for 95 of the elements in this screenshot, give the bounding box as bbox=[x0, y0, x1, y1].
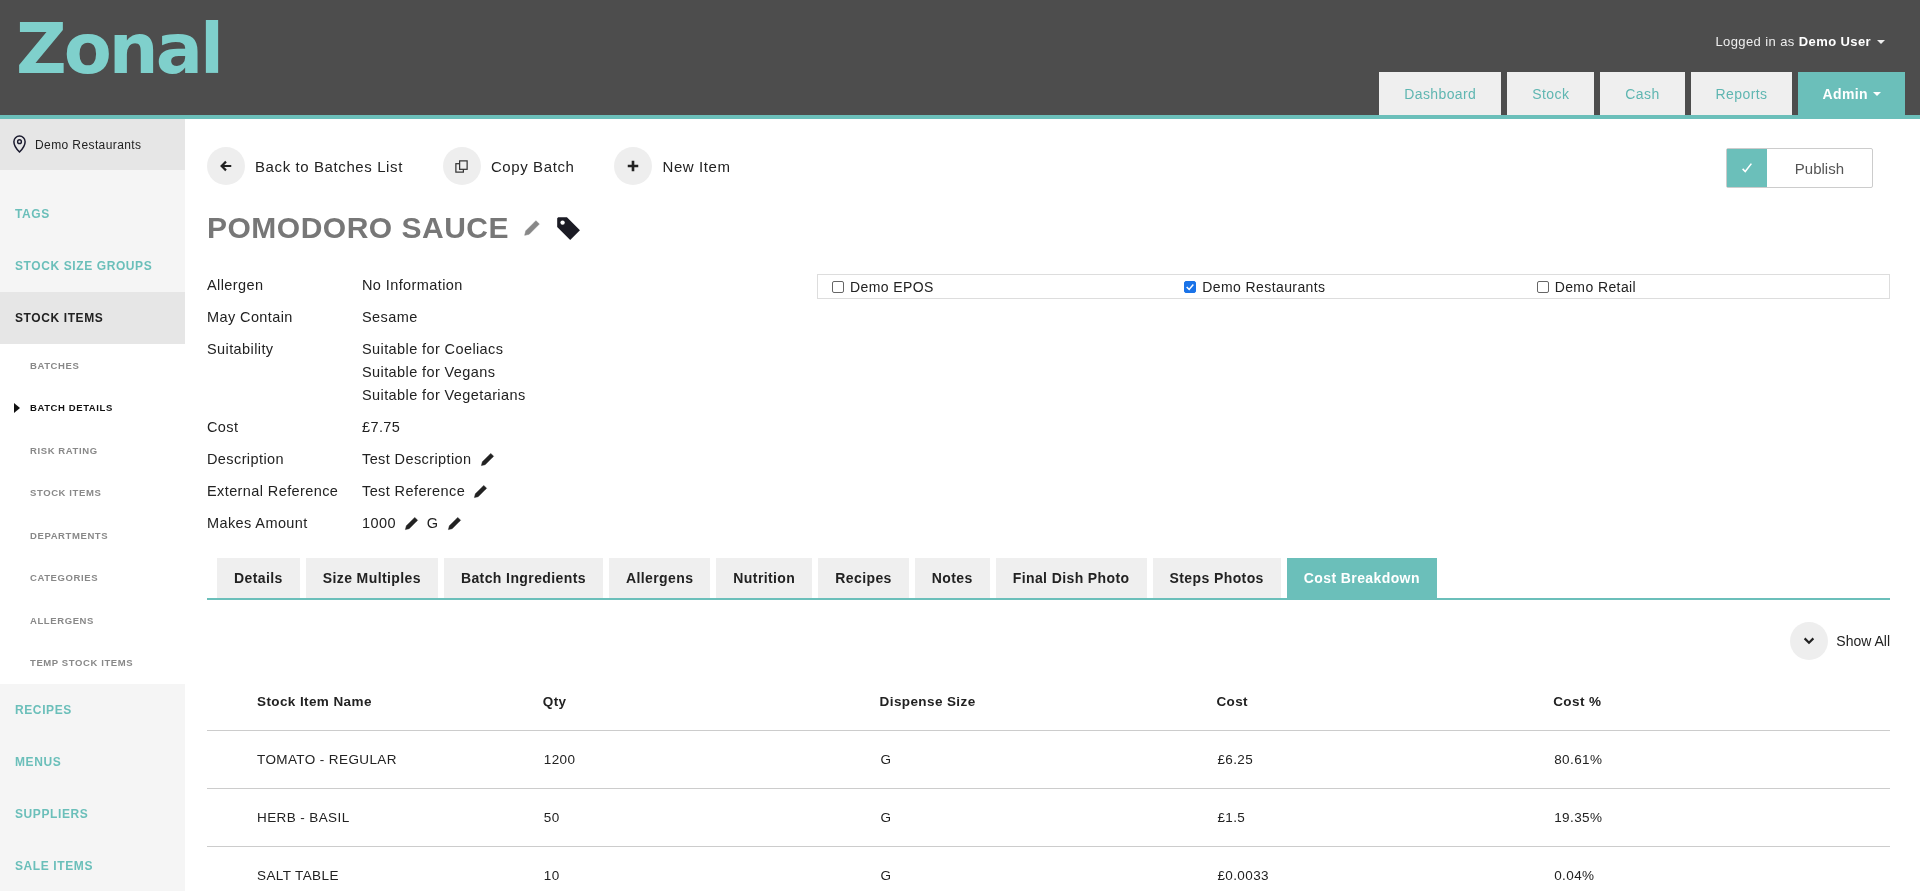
table-cell: 0.04% bbox=[1553, 846, 1890, 891]
tab[interactable]: Nutrition bbox=[716, 558, 813, 598]
nav-tab[interactable]: Admin bbox=[1798, 72, 1905, 115]
column-header: Stock Item Name bbox=[207, 672, 543, 731]
sidebar-subitem[interactable]: TEMP STOCK ITEMS bbox=[0, 641, 185, 684]
sidebar-item[interactable]: RECIPES bbox=[0, 684, 185, 736]
tab[interactable]: Batch Ingredients bbox=[443, 558, 603, 598]
sidebar-subitem[interactable]: RISK RATING bbox=[0, 429, 185, 472]
detail-value: Test Description bbox=[362, 451, 472, 467]
detail-label: Allergen bbox=[207, 277, 265, 293]
sidebar-item[interactable]: STOCK ITEMS bbox=[0, 292, 185, 344]
table-cell: 19.35% bbox=[1553, 788, 1890, 847]
action-button[interactable]: New Item bbox=[614, 147, 731, 185]
tab[interactable]: Cost Breakdown bbox=[1286, 558, 1437, 598]
tab[interactable]: Recipes bbox=[818, 558, 909, 598]
column-header: Cost bbox=[1216, 672, 1554, 731]
action-button[interactable]: Copy Batch bbox=[442, 147, 575, 185]
sidebar-item[interactable]: TAGS bbox=[0, 188, 185, 240]
caret-icon[interactable] bbox=[1877, 39, 1885, 44]
table-cell: HERB - BASIL bbox=[207, 788, 543, 847]
sidebar-subitem[interactable]: BATCHES bbox=[0, 344, 185, 387]
edit-icon[interactable] bbox=[479, 451, 495, 467]
sidebar-subitem[interactable]: BATCH DETAILS bbox=[0, 386, 185, 429]
table-cell: 80.61% bbox=[1553, 730, 1890, 789]
site-label: Demo EPOS bbox=[850, 278, 934, 295]
detail-value: No Information bbox=[362, 277, 463, 293]
sidebar-subitem[interactable]: ALLERGENS bbox=[0, 599, 185, 642]
detail-value: Suitable for Coeliacs bbox=[362, 341, 505, 357]
show-all-button[interactable]: Show All bbox=[1790, 622, 1890, 660]
table-cell: 50 bbox=[542, 788, 880, 847]
tab[interactable]: Notes bbox=[914, 558, 990, 598]
nav-tab[interactable]: Reports bbox=[1690, 72, 1793, 115]
detail-label: Description bbox=[207, 451, 285, 467]
nav-tab[interactable]: Dashboard bbox=[1379, 72, 1502, 115]
map-pin-icon bbox=[12, 135, 27, 154]
location-selector[interactable]: Demo Restaurants bbox=[0, 119, 185, 170]
table-cell: £6.25 bbox=[1216, 730, 1554, 789]
detail-value: Test Reference bbox=[362, 483, 466, 499]
sidebar-item[interactable]: STOCK SIZE GROUPS bbox=[0, 240, 185, 292]
table-cell: G bbox=[879, 846, 1217, 891]
location-name: Demo Restaurants bbox=[35, 137, 142, 152]
sidebar-item[interactable]: SUPPLIERS bbox=[0, 788, 185, 840]
checkbox[interactable] bbox=[1184, 280, 1197, 293]
plus-icon bbox=[626, 159, 641, 173]
sidebar-subitem[interactable]: DEPARTMENTS bbox=[0, 514, 185, 557]
copy-icon bbox=[454, 158, 470, 174]
column-header: Qty bbox=[542, 672, 880, 731]
table-cell: SALT TABLE bbox=[207, 846, 543, 891]
sidebar-subitem[interactable]: STOCK ITEMS bbox=[0, 471, 185, 514]
table-cell: TOMATO - REGULAR bbox=[207, 730, 543, 789]
table-cell: 1200 bbox=[542, 730, 880, 789]
edit-icon[interactable] bbox=[446, 515, 462, 531]
detail-value: Sesame bbox=[362, 309, 418, 325]
action-button[interactable]: Back to Batches List bbox=[207, 147, 403, 185]
tab[interactable]: Steps Photos bbox=[1152, 558, 1281, 598]
nav-tab[interactable]: Stock bbox=[1507, 72, 1595, 115]
tab[interactable]: Allergens bbox=[608, 558, 711, 598]
detail-value: Suitable for Vegans bbox=[362, 364, 497, 380]
tab[interactable]: Final Dish Photo bbox=[995, 558, 1147, 598]
tag-icon[interactable] bbox=[555, 215, 582, 241]
site-label: Demo Restaurants bbox=[1202, 278, 1326, 295]
sidebar-item[interactable]: MENUS bbox=[0, 736, 185, 788]
tab[interactable]: Details bbox=[217, 558, 300, 598]
detail-label: External Reference bbox=[207, 483, 340, 499]
batch-title: POMODORO SAUCE bbox=[207, 211, 510, 245]
column-header: Dispense Size bbox=[879, 672, 1217, 731]
column-header: Cost % bbox=[1553, 672, 1890, 731]
left-arrow-icon bbox=[219, 159, 233, 173]
detail-label: Makes Amount bbox=[207, 515, 309, 531]
table-cell: G bbox=[879, 788, 1217, 847]
nav-tab[interactable]: Cash bbox=[1600, 72, 1685, 115]
detail-label: May Contain bbox=[207, 309, 294, 325]
sidebar-subitem[interactable]: CATEGORIES bbox=[0, 556, 185, 599]
pointer-icon bbox=[14, 402, 20, 413]
logged-in-label: Logged in as Demo User bbox=[1715, 34, 1871, 49]
table-cell: £1.5 bbox=[1216, 788, 1554, 847]
publish-button[interactable]: Publish bbox=[1725, 148, 1873, 188]
detail-value: £7.75 bbox=[362, 419, 401, 435]
checkbox[interactable] bbox=[1536, 280, 1549, 293]
tab[interactable]: Size Multiples bbox=[305, 558, 438, 598]
detail-label: Suitability bbox=[207, 341, 275, 359]
detail-label: Cost bbox=[207, 419, 240, 435]
edit-icon[interactable] bbox=[473, 483, 489, 499]
detail-value: G bbox=[426, 515, 439, 531]
sidebar-item[interactable]: SALE ITEMS bbox=[0, 840, 185, 891]
table-cell: G bbox=[879, 730, 1217, 789]
edit-title-icon[interactable] bbox=[523, 219, 542, 237]
zonal-logo[interactable]: Zonal bbox=[0, 0, 221, 84]
table-cell: 10 bbox=[542, 846, 880, 891]
detail-value: Suitable for Vegetarians bbox=[362, 387, 526, 403]
edit-icon[interactable] bbox=[403, 515, 419, 531]
checkbox[interactable] bbox=[832, 280, 844, 293]
detail-value: 1000 bbox=[362, 515, 396, 531]
table-cell: £0.0033 bbox=[1216, 846, 1554, 891]
site-label: Demo Retail bbox=[1554, 278, 1637, 295]
